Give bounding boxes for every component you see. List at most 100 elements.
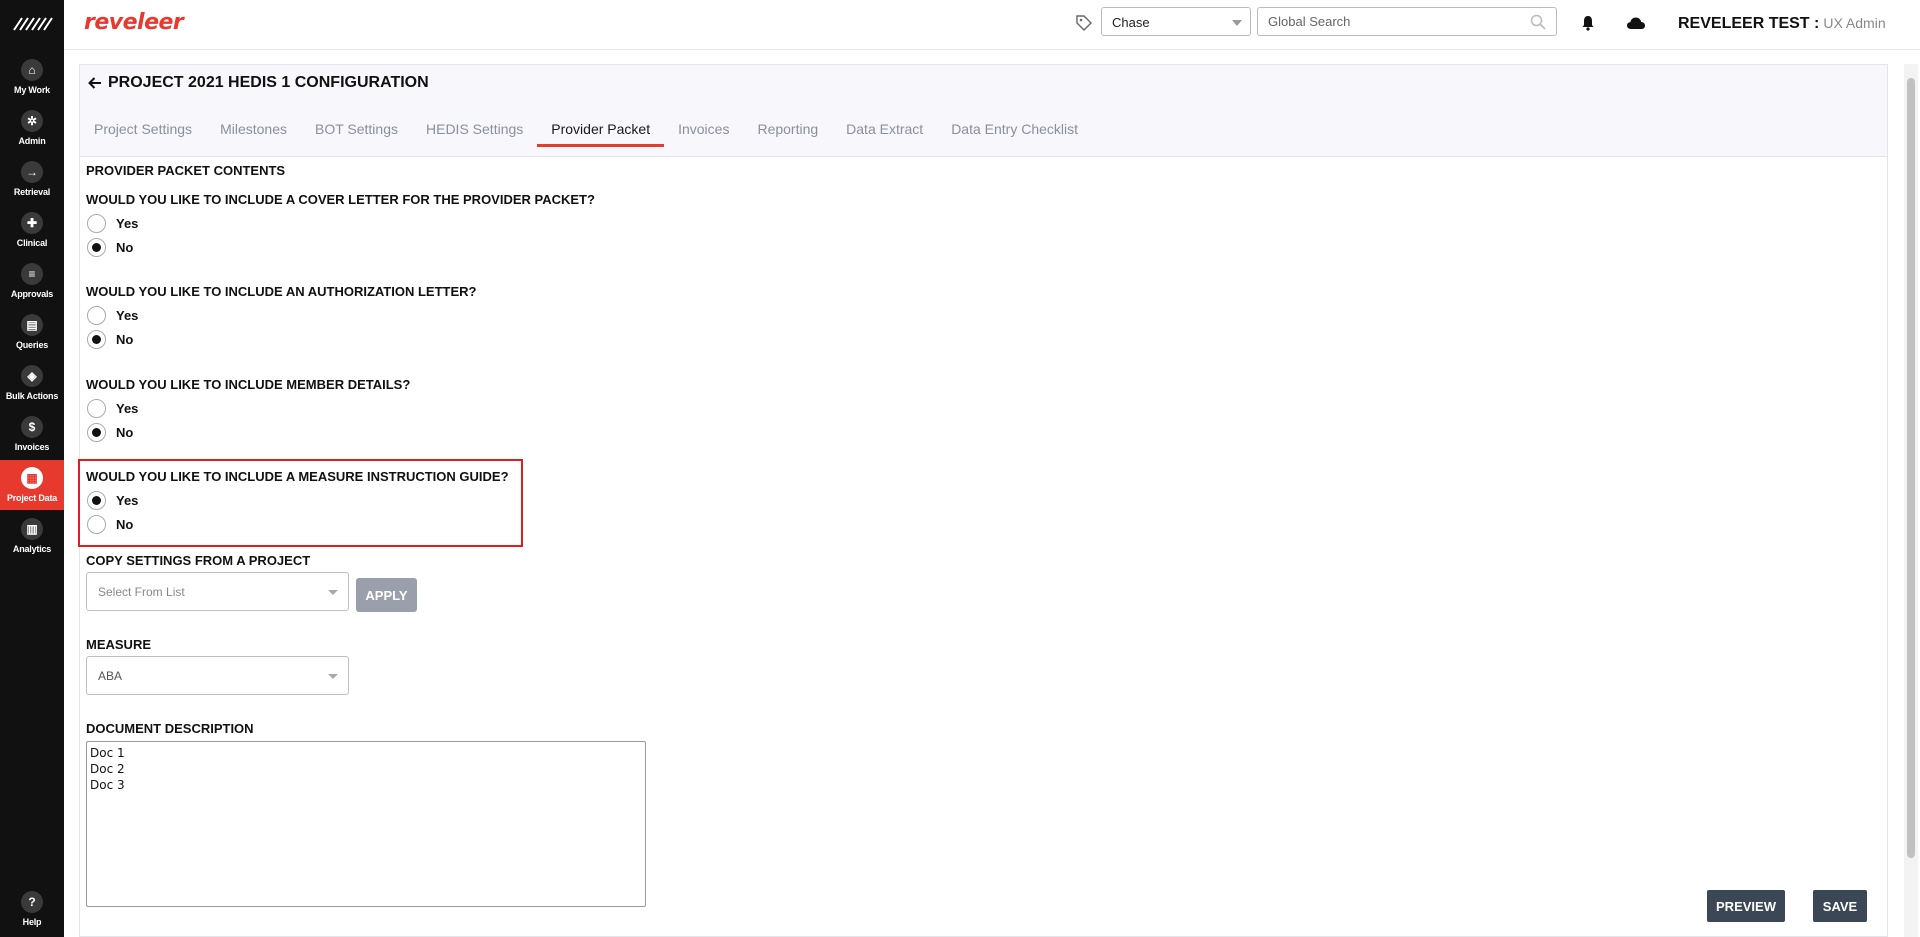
- save-button[interactable]: SAVE: [1813, 890, 1867, 922]
- radio-option-yes[interactable]: Yes: [86, 303, 476, 327]
- sidebar-item-project-data[interactable]: ▦ Project Data: [0, 460, 64, 510]
- tab-data-entry-checklist[interactable]: Data Entry Checklist: [937, 103, 1092, 154]
- sidebar-item-label: Queries: [15, 340, 49, 350]
- radio-option-no[interactable]: No: [86, 235, 595, 259]
- radio-button[interactable]: [87, 329, 106, 349]
- copy-settings-select[interactable]: Select From List: [86, 572, 349, 611]
- cloud-icon[interactable]: [1626, 16, 1646, 30]
- configuration-panel: PROJECT 2021 HEDIS 1 CONFIGURATION Proje…: [78, 64, 1888, 937]
- sidebar-item-help[interactable]: ? Help: [0, 884, 64, 934]
- global-search-placeholder: Global Search: [1268, 14, 1351, 29]
- question-text: WOULD YOU LIKE TO INCLUDE AN AUTHORIZATI…: [86, 284, 477, 299]
- organization-select-value: Chase: [1112, 15, 1150, 30]
- copy-settings-placeholder: Select From List: [98, 585, 185, 599]
- sidebar-item-label: Analytics: [12, 544, 52, 554]
- radio-option-yes[interactable]: Yes: [86, 396, 410, 420]
- scrollbar-thumb[interactable]: [1907, 78, 1915, 858]
- sidebar-item-label: Retrieval: [13, 187, 51, 197]
- user-name: REVELEER TEST :: [1678, 15, 1820, 32]
- sidebar-item-label: Clinical: [16, 238, 48, 248]
- radio-option-yes[interactable]: Yes: [86, 211, 595, 235]
- chevron-down-icon: [328, 674, 338, 679]
- sidebar: ⌂ My Work ✲ Admin → Retrieval ✚ Clinical ≡ Approv…: [0, 0, 64, 937]
- apply-button[interactable]: APPLY: [356, 578, 417, 612]
- project-data-icon: ▦: [21, 467, 43, 489]
- sidebar-item-retrieval[interactable]: → Retrieval: [0, 154, 64, 204]
- radio-button[interactable]: [87, 237, 106, 257]
- radio-label: No: [116, 424, 134, 440]
- top-bar: reveleer Chase Global Search REVELEER TE…: [64, 0, 1920, 50]
- search-icon[interactable]: [1530, 14, 1546, 30]
- sidebar-item-label: Project Data: [6, 493, 58, 503]
- radio-button[interactable]: [87, 422, 106, 442]
- document-description-label: DOCUMENT DESCRIPTION: [86, 721, 254, 736]
- back-arrow-icon[interactable]: [88, 76, 102, 90]
- global-search-input[interactable]: Global Search: [1257, 7, 1557, 36]
- tab-data-extract[interactable]: Data Extract: [832, 103, 937, 154]
- sidebar-item-approvals[interactable]: ≡ Approvals: [0, 256, 64, 306]
- measure-label: MEASURE: [86, 637, 152, 652]
- organization-select[interactable]: Chase: [1101, 7, 1251, 36]
- vertical-scrollbar[interactable]: [1904, 64, 1918, 937]
- sidebar-item-analytics[interactable]: ▥ Analytics: [0, 511, 64, 561]
- queries-icon: ▤: [21, 314, 43, 336]
- chevron-down-icon: [1232, 20, 1242, 26]
- radio-label: Yes: [116, 400, 139, 416]
- sidebar-item-label: Help: [22, 917, 42, 927]
- measure-select-value: ABA: [98, 669, 123, 683]
- radio-label: No: [116, 239, 134, 255]
- sidebar-item-clinical[interactable]: ✚ Clinical: [0, 205, 64, 255]
- dollar-icon: $: [21, 416, 43, 438]
- brand-logo[interactable]: reveleer: [84, 10, 184, 35]
- home-icon: ⌂: [21, 59, 43, 81]
- tab-invoices[interactable]: Invoices: [664, 103, 743, 154]
- tab-reporting[interactable]: Reporting: [743, 103, 832, 154]
- help-icon: ?: [21, 891, 43, 913]
- preview-button[interactable]: PREVIEW: [1707, 890, 1785, 922]
- sidebar-item-queries[interactable]: ▤ Queries: [0, 307, 64, 357]
- sidebar-item-label: Bulk Actions: [5, 391, 59, 401]
- page-title-text: PROJECT 2021 HEDIS 1 CONFIGURATION: [108, 74, 429, 91]
- clinical-icon: ✚: [21, 212, 43, 234]
- tag-icon: [1076, 15, 1092, 31]
- document-description-textarea[interactable]: Doc 1 Doc 2 Doc 3: [86, 741, 646, 907]
- sidebar-item-my-work[interactable]: ⌂ My Work: [0, 52, 64, 102]
- radio-label: No: [116, 331, 134, 347]
- sidebar-item-label: My Work: [14, 85, 50, 95]
- bell-icon[interactable]: [1580, 15, 1596, 31]
- question-text: WOULD YOU LIKE TO INCLUDE MEMBER DETAILS…: [86, 377, 411, 392]
- question-group: WOULD YOU LIKE TO INCLUDE MEMBER DETAILS…: [86, 377, 410, 444]
- radio-button[interactable]: [87, 398, 106, 418]
- radio-option-no[interactable]: No: [86, 420, 410, 444]
- approvals-icon: ≡: [21, 263, 43, 285]
- measure-select[interactable]: ABA: [86, 656, 349, 695]
- sidebar-item-label: Invoices: [14, 442, 50, 452]
- tab-hedis-settings[interactable]: HEDIS Settings: [412, 103, 537, 154]
- tab-project-settings[interactable]: Project Settings: [80, 103, 206, 154]
- admin-icon: ✲: [21, 110, 43, 132]
- analytics-icon: ▥: [21, 518, 43, 540]
- sidebar-item-bulk-actions[interactable]: ◈ Bulk Actions: [0, 358, 64, 408]
- question-group: WOULD YOU LIKE TO INCLUDE A COVER LETTER…: [86, 192, 595, 259]
- radio-option-no[interactable]: No: [86, 327, 476, 351]
- app-logo-icon[interactable]: [12, 14, 54, 34]
- sidebar-item-admin[interactable]: ✲ Admin: [0, 103, 64, 153]
- section-title: PROVIDER PACKET CONTENTS: [86, 163, 286, 178]
- user-role: UX Admin: [1823, 15, 1886, 31]
- tab-bar: Project Settings Milestones BOT Settings HE…: [80, 103, 1092, 154]
- user-info[interactable]: REVELEER TEST : UX Admin: [1678, 15, 1886, 33]
- radio-button[interactable]: [87, 213, 106, 233]
- tab-bot-settings[interactable]: BOT Settings: [301, 103, 412, 154]
- sidebar-item-invoices[interactable]: $ Invoices: [0, 409, 64, 459]
- highlight-box: [78, 459, 523, 547]
- question-group: WOULD YOU LIKE TO INCLUDE AN AUTHORIZATI…: [86, 284, 476, 351]
- chevron-down-icon: [328, 590, 338, 595]
- page-title: PROJECT 2021 HEDIS 1 CONFIGURATION: [88, 74, 429, 92]
- radio-label: Yes: [116, 215, 139, 231]
- tab-provider-packet[interactable]: Provider Packet: [537, 103, 664, 154]
- layers-icon: ◈: [21, 365, 43, 387]
- radio-label: Yes: [116, 307, 139, 323]
- tab-milestones[interactable]: Milestones: [206, 103, 301, 154]
- question-text: WOULD YOU LIKE TO INCLUDE A COVER LETTER…: [86, 192, 595, 207]
- radio-button[interactable]: [87, 305, 106, 325]
